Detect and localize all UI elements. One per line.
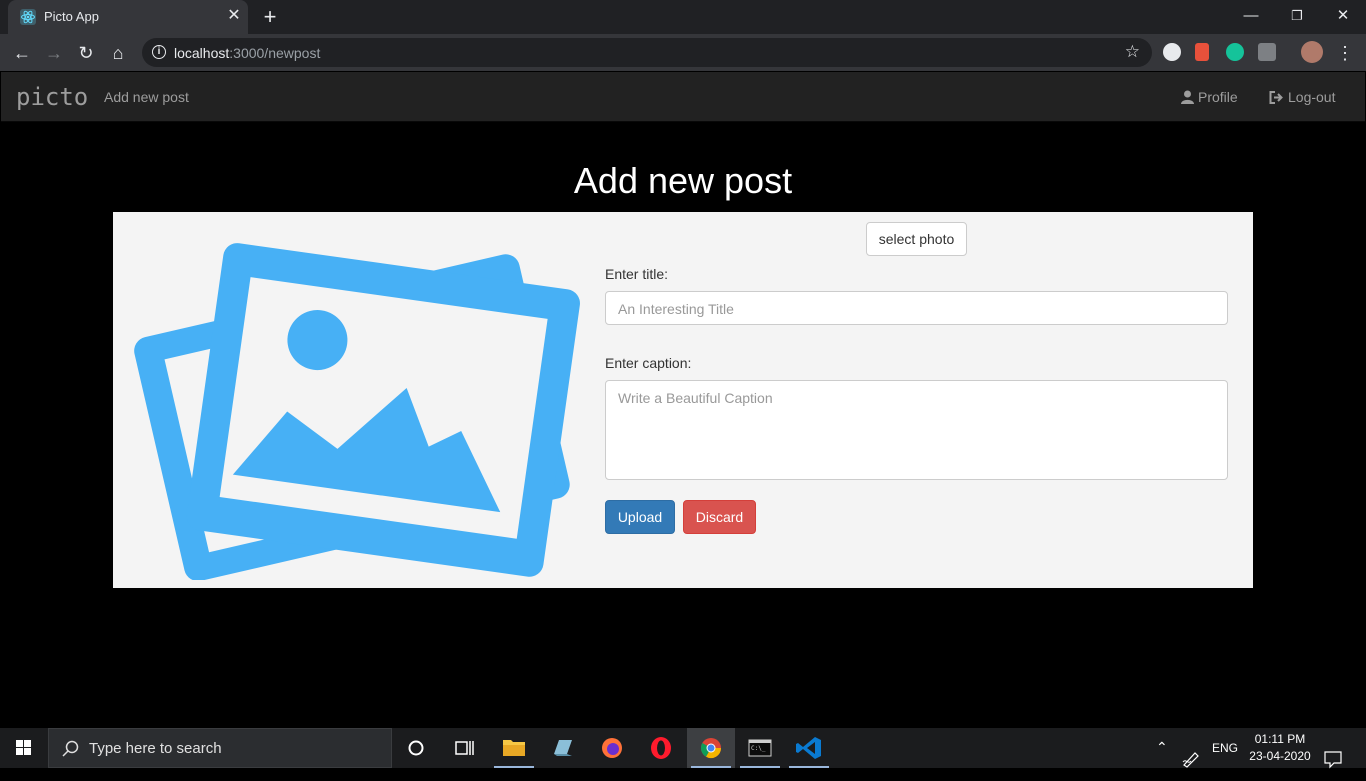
grammarly-icon[interactable] [1226, 43, 1244, 61]
nav-link-logout[interactable]: Log-out [1269, 89, 1335, 105]
forward-icon[interactable]: → [42, 41, 66, 65]
select-photo-button[interactable]: select photo [866, 222, 967, 256]
address-bar[interactable]: i localhost:3000/newpost ☆ [142, 38, 1152, 67]
firefox-icon[interactable] [588, 728, 636, 768]
pen-icon[interactable] [1181, 739, 1201, 779]
language-indicator[interactable]: ENG [1212, 741, 1238, 781]
discard-button[interactable]: Discard [683, 500, 756, 534]
task-view-icon[interactable] [440, 728, 488, 768]
clock-date: 23-04-2020 [1249, 749, 1311, 763]
extension-icon[interactable] [1195, 43, 1209, 61]
extension-icon[interactable] [1163, 43, 1181, 61]
bookmark-star-icon[interactable]: ☆ [1125, 42, 1140, 62]
opera-icon[interactable] [637, 728, 685, 768]
browser-toolbar: ← → ↻ ⌂ i localhost:3000/newpost ☆ ⋮ [0, 34, 1366, 71]
home-icon[interactable]: ⌂ [106, 41, 130, 65]
reload-icon[interactable]: ↻ [74, 41, 98, 65]
browser-tab[interactable]: Picto App ✕ [8, 0, 248, 34]
vscode-icon[interactable] [785, 728, 833, 768]
windows-taskbar: Type here to search C:\_ ⌃ ENG 01:11 PM … [0, 728, 1366, 769]
site-info-icon[interactable]: i [152, 45, 166, 59]
chrome-icon[interactable] [687, 728, 735, 768]
terminal-icon[interactable]: C:\_ [736, 728, 784, 768]
search-placeholder: Type here to search [89, 740, 222, 757]
taskbar-search-box[interactable]: Type here to search [48, 728, 392, 768]
clock-time: 01:11 PM [1254, 732, 1306, 746]
taskbar-clock[interactable]: 01:11 PM 23-04-2020 [1240, 731, 1320, 765]
notification-icon[interactable] [1323, 739, 1343, 779]
start-button[interactable] [0, 728, 48, 768]
nav-link-profile[interactable]: Profile [1181, 89, 1238, 105]
brand-logo[interactable]: picto [16, 83, 88, 111]
caption-textarea[interactable]: Write a Beautiful Caption [605, 380, 1228, 480]
upload-button[interactable]: Upload [605, 500, 675, 534]
title-input[interactable]: An Interesting Title [605, 291, 1228, 325]
logout-icon [1269, 91, 1283, 104]
new-tab-icon[interactable]: + [259, 6, 281, 28]
title-label: Enter title: [605, 266, 669, 282]
search-icon [62, 740, 79, 757]
page-title: Add new post [573, 160, 793, 201]
tab-title: Picto App [44, 9, 99, 24]
cortana-icon[interactable] [392, 728, 440, 768]
caption-label: Enter caption: [605, 355, 692, 371]
new-post-panel: select photo Enter title: An Interesting… [113, 212, 1253, 588]
file-explorer-icon[interactable] [490, 728, 538, 768]
minimize-icon[interactable]: — [1236, 6, 1266, 26]
tab-close-icon[interactable]: ✕ [226, 8, 242, 24]
window-close-icon[interactable]: ✕ [1328, 6, 1358, 26]
user-icon [1181, 90, 1194, 104]
profile-label: Profile [1198, 89, 1238, 105]
app-icon[interactable] [539, 728, 587, 768]
image-placeholder-icon [134, 243, 580, 580]
back-icon[interactable]: ← [10, 41, 34, 65]
react-icon [20, 9, 36, 25]
nav-link-add-post[interactable]: Add new post [104, 89, 189, 105]
logout-label: Log-out [1288, 89, 1336, 105]
menu-icon[interactable]: ⋮ [1333, 41, 1357, 65]
browser-tab-bar: Picto App ✕ + — ❐ ✕ [0, 0, 1366, 34]
show-hidden-icons-icon[interactable]: ⌃ [1156, 739, 1168, 779]
url-text[interactable]: localhost:3000/newpost [174, 45, 320, 61]
extension-icon[interactable] [1258, 43, 1276, 61]
restore-icon[interactable]: ❐ [1282, 6, 1312, 26]
app-navbar: picto Add new post Profile Log-out [1, 72, 1365, 122]
windows-logo-icon [16, 740, 31, 755]
svg-text:C:\_: C:\_ [751, 745, 766, 752]
avatar[interactable] [1301, 41, 1323, 63]
